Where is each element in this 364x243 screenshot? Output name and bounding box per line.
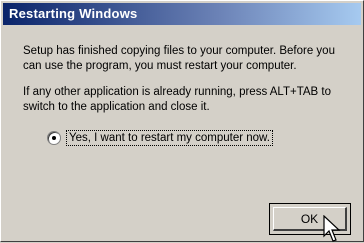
restart-now-label[interactable]: Yes, I want to restart my computer now. xyxy=(66,130,273,146)
restart-now-option[interactable]: Yes, I want to restart my computer now. xyxy=(47,130,273,146)
restart-now-radio[interactable] xyxy=(47,131,61,145)
message-restart-required: Setup has finished copying files to your… xyxy=(23,45,335,72)
dialog-title: Restarting Windows xyxy=(9,6,138,21)
restart-dialog: Restarting Windows Setup has finished co… xyxy=(0,0,364,242)
radio-selected-dot xyxy=(52,136,56,140)
message-close-apps: If any other application is already runn… xyxy=(23,86,332,113)
title-bar[interactable]: Restarting Windows xyxy=(3,3,361,25)
mouse-pointer-icon xyxy=(323,215,341,242)
